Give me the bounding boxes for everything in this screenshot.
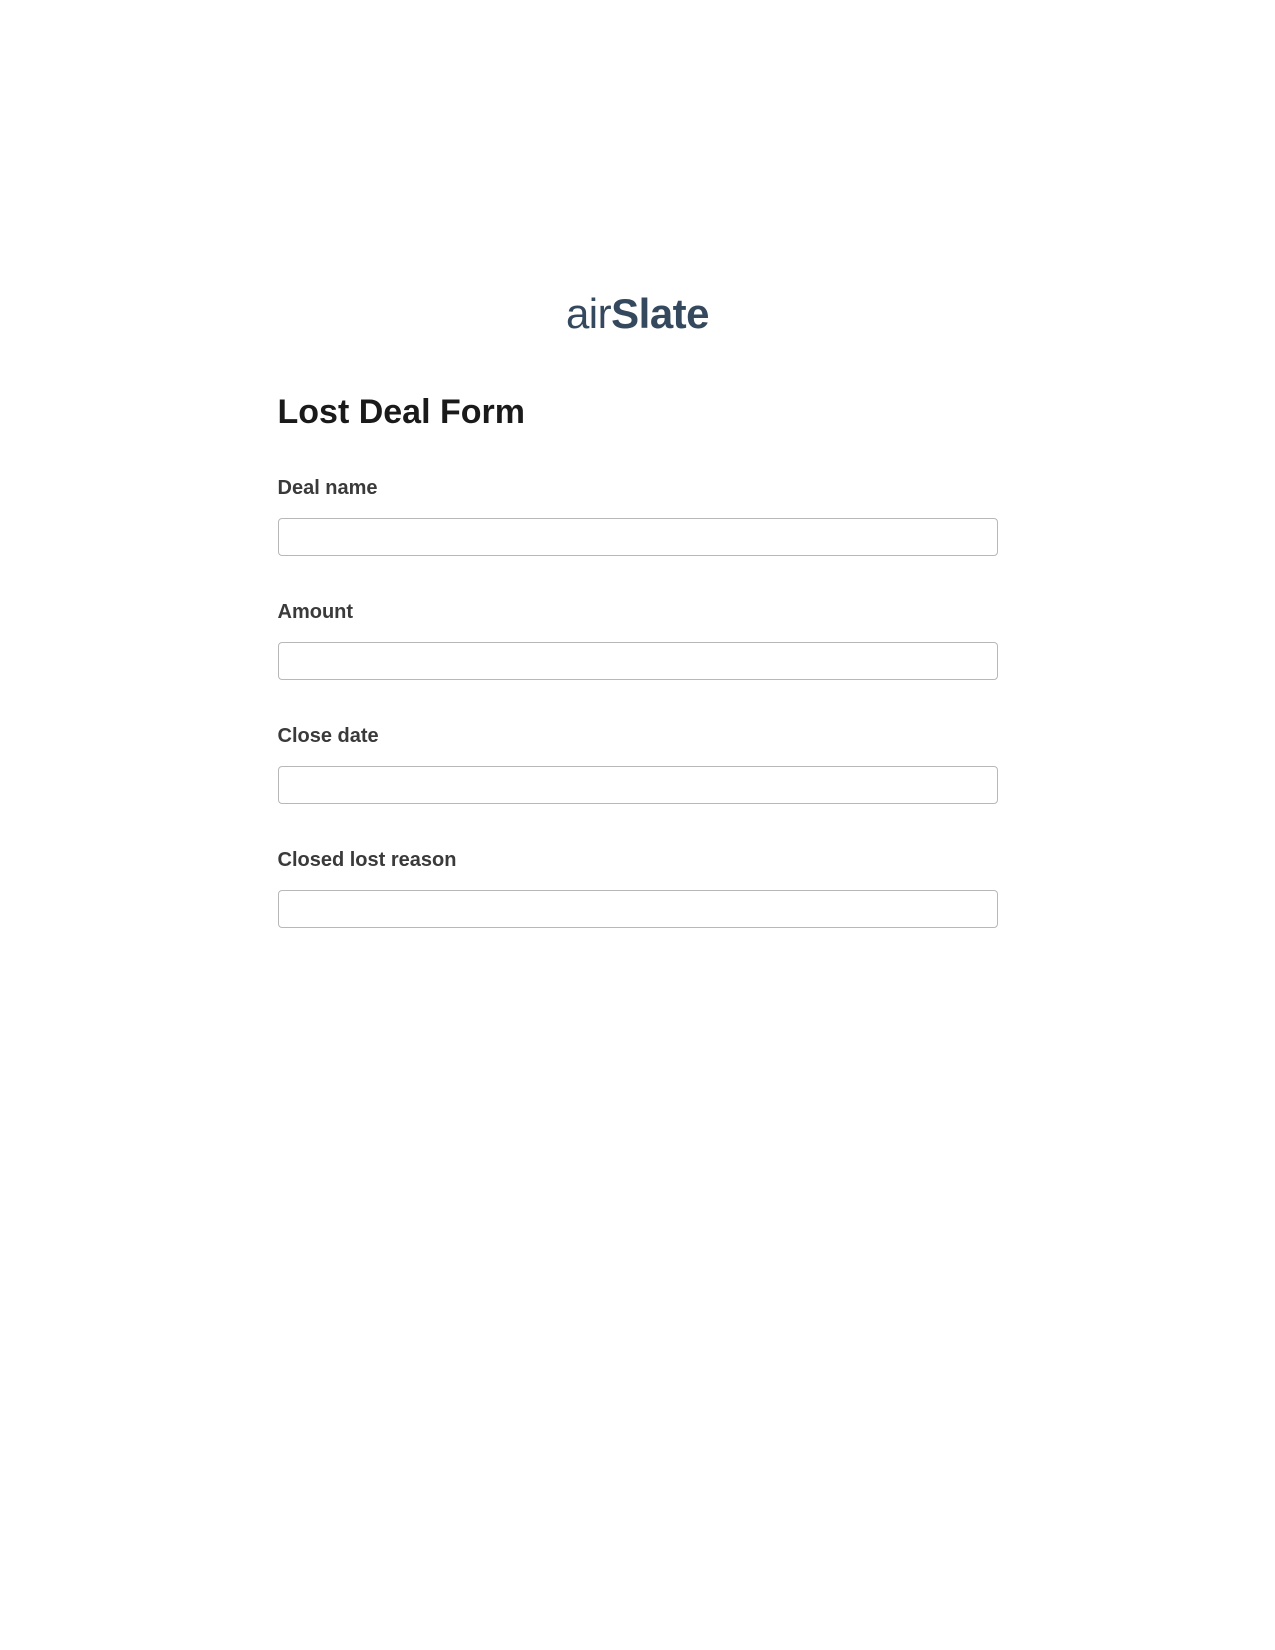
close-date-label: Close date bbox=[278, 725, 998, 748]
form-field-deal-name: Deal name bbox=[278, 477, 998, 556]
deal-name-label: Deal name bbox=[278, 477, 998, 500]
logo: airSlate bbox=[278, 290, 998, 338]
form-field-amount: Amount bbox=[278, 601, 998, 680]
form-container: airSlate Lost Deal Form Deal name Amount… bbox=[278, 0, 998, 928]
form-title: Lost Deal Form bbox=[278, 393, 998, 432]
closed-lost-reason-input[interactable] bbox=[278, 890, 998, 928]
closed-lost-reason-label: Closed lost reason bbox=[278, 849, 998, 872]
deal-name-input[interactable] bbox=[278, 518, 998, 556]
form-field-close-date: Close date bbox=[278, 725, 998, 804]
amount-input[interactable] bbox=[278, 642, 998, 680]
form-field-closed-lost-reason: Closed lost reason bbox=[278, 849, 998, 928]
logo-suffix: Slate bbox=[611, 290, 709, 337]
logo-prefix: air bbox=[566, 290, 611, 337]
logo-text: airSlate bbox=[566, 290, 709, 337]
amount-label: Amount bbox=[278, 601, 998, 624]
close-date-input[interactable] bbox=[278, 766, 998, 804]
